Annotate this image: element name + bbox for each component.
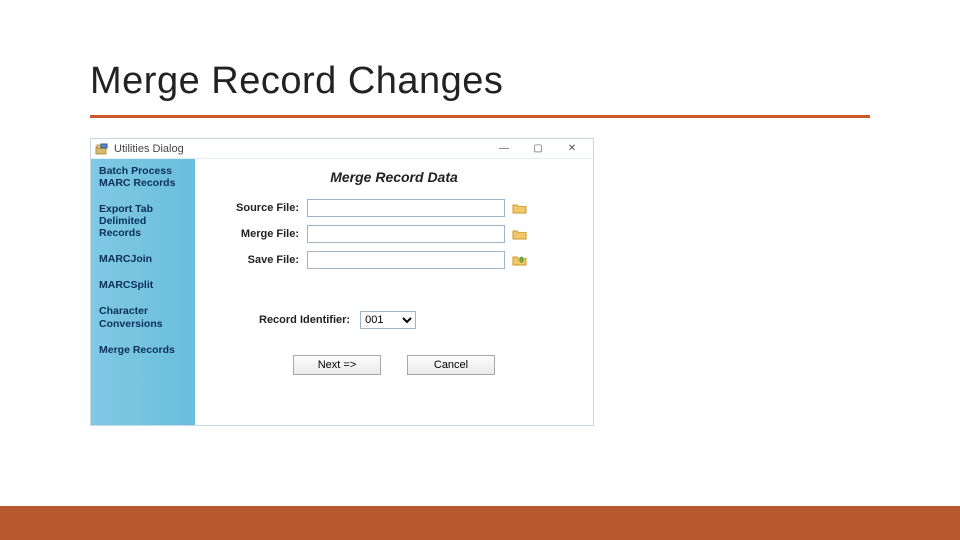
panel-title: Merge Record Data [215, 169, 573, 185]
window-title: Utilities Dialog [114, 143, 184, 155]
merge-file-input[interactable] [307, 225, 505, 243]
sidebar-item-marcjoin[interactable]: MARCJoin [99, 253, 187, 265]
slide-title: Merge Record Changes [90, 60, 503, 103]
record-identifier-row: Record Identifier: 001 [215, 311, 573, 329]
title-underline [90, 115, 870, 118]
record-identifier-label: Record Identifier: [259, 314, 360, 326]
minimize-button[interactable]: — [487, 139, 521, 159]
source-browse-button[interactable] [511, 200, 529, 216]
source-file-row: Source File: [215, 199, 573, 217]
source-file-input[interactable] [307, 199, 505, 217]
close-button[interactable]: ✕ [555, 139, 589, 159]
sidebar-item-merge-records[interactable]: Merge Records [99, 344, 187, 356]
merge-file-label: Merge File: [215, 228, 307, 240]
sidebar-item-export-tab[interactable]: Export Tab Delimited Records [99, 203, 187, 239]
maximize-button[interactable]: ▢ [521, 139, 555, 159]
save-file-label: Save File: [215, 254, 307, 266]
save-file-row: Save File: [215, 251, 573, 269]
main-panel: Merge Record Data Source File: Merge Fil… [195, 159, 593, 425]
save-browse-button[interactable] [511, 252, 529, 268]
slide-footer-band [0, 506, 960, 540]
sidebar: Batch Process MARC Records Export Tab De… [91, 159, 195, 425]
merge-file-row: Merge File: [215, 225, 573, 243]
app-icon [95, 142, 109, 156]
sidebar-item-char-conversions[interactable]: Character Conversions [99, 305, 187, 329]
record-identifier-select[interactable]: 001 [360, 311, 416, 329]
sidebar-item-batch-process[interactable]: Batch Process MARC Records [99, 165, 187, 189]
merge-browse-button[interactable] [511, 226, 529, 242]
cancel-button[interactable]: Cancel [407, 355, 495, 375]
source-file-label: Source File: [215, 202, 307, 214]
next-button[interactable]: Next => [293, 355, 381, 375]
save-file-input[interactable] [307, 251, 505, 269]
utilities-dialog: Utilities Dialog — ▢ ✕ Batch Process MAR… [90, 138, 594, 426]
sidebar-item-marcsplit[interactable]: MARCSplit [99, 279, 187, 291]
button-row: Next => Cancel [215, 355, 573, 375]
titlebar: Utilities Dialog — ▢ ✕ [91, 139, 593, 159]
